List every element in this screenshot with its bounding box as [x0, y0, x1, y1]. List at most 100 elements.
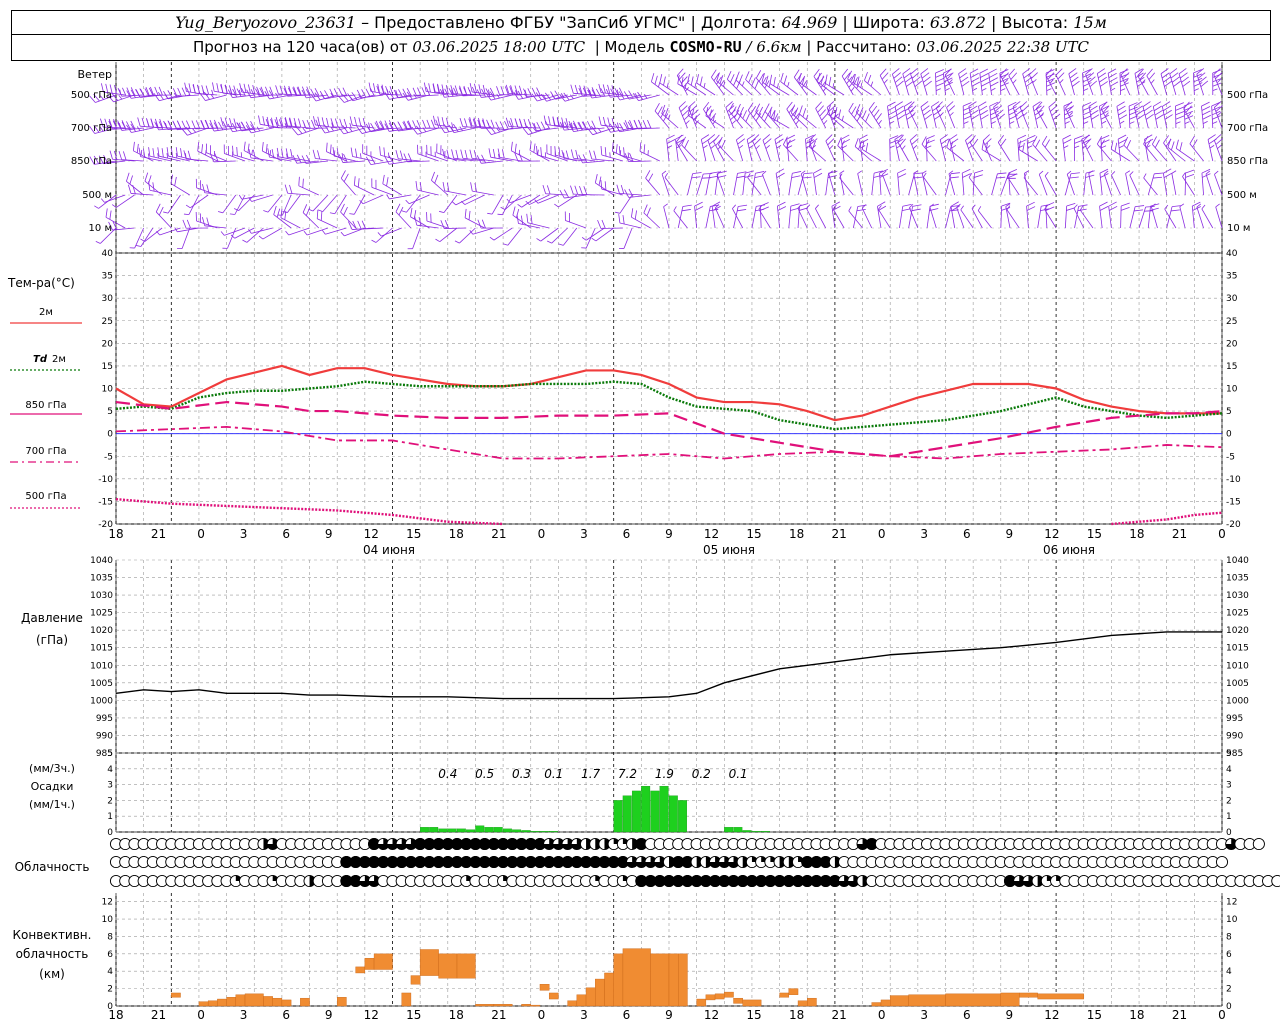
wind-barb: [487, 194, 504, 215]
time-tick-label: 12: [364, 1008, 379, 1022]
wind-barb-feather: [1109, 77, 1118, 83]
wind-barb-feather: [920, 101, 929, 108]
wind-barb-feather: [229, 213, 235, 215]
wind-barb: [968, 172, 983, 196]
wind-barb-staff: [1205, 173, 1214, 196]
wind-barb-staff: [857, 173, 863, 196]
wind-barb: [1144, 134, 1154, 162]
temp-y-tick: 0: [107, 430, 113, 440]
wind-barb-feather: [540, 121, 546, 130]
wind-barb-feather: [200, 120, 205, 129]
convective-bar: [668, 953, 679, 1007]
wind-barb: [1133, 101, 1145, 129]
wind-barb-feather: [598, 83, 602, 93]
wind-barb-feather: [684, 83, 687, 89]
convective-bar: [1037, 993, 1084, 1000]
wind-barb-staff: [687, 173, 694, 196]
wind-barb-feather: [302, 128, 307, 133]
wind-barb-staff: [1189, 143, 1204, 162]
wind-barb-staff: [921, 173, 928, 196]
wind-barb: [223, 144, 246, 162]
wind-barb-feather: [594, 174, 598, 183]
wind-barb-feather: [1117, 134, 1127, 140]
time-tick-label: 18: [1129, 1008, 1144, 1022]
wind-barb-feather: [1202, 121, 1208, 124]
wind-barb-feather: [478, 84, 482, 94]
pressure-y-tick: 1030: [1226, 591, 1249, 601]
time-tick-label: 15: [1087, 527, 1102, 541]
temp-y-tick: 40: [1226, 249, 1238, 259]
pressure-y-tick: 1020: [1226, 626, 1249, 636]
wind-barb-feather: [326, 117, 329, 127]
cloud-cover-circle: [1215, 855, 1229, 869]
wind-barb: [1111, 171, 1121, 196]
wind-barb: [1117, 134, 1127, 162]
time-tick-label: 12: [1044, 527, 1059, 541]
convective-bar: [705, 994, 716, 1001]
wind-barb-feather: [935, 77, 945, 83]
wind-barb-feather: [1175, 115, 1185, 120]
wind-barb-feather: [153, 93, 160, 101]
wind-barb-feather: [258, 115, 261, 125]
wind-barb-feather: [777, 206, 787, 211]
time-tick-label: 3: [240, 527, 248, 541]
wind-barb: [728, 102, 744, 129]
temp-y-tick: -10: [98, 475, 113, 485]
wind-barb-staff: [1119, 72, 1122, 96]
precip-total-label: 0.4: [438, 767, 457, 781]
wind-barb-feather: [892, 68, 900, 75]
wind-barb: [664, 172, 679, 196]
wind-barb: [961, 168, 971, 196]
wind-barb-feather: [473, 150, 477, 160]
time-tick-label: 6: [963, 527, 971, 541]
wind-barb: [799, 105, 817, 129]
wind-barb-feather: [711, 69, 717, 78]
conv-y-tick: 12: [1226, 898, 1237, 908]
wind-barb: [405, 194, 430, 205]
wind-barb-feather: [1063, 139, 1072, 144]
wind-barb-feather: [1175, 106, 1185, 111]
precip-bar: [650, 790, 660, 833]
time-tick-label: 9: [665, 527, 673, 541]
wind-barb-feather: [663, 203, 668, 207]
convective-bar: [1000, 992, 1020, 1007]
wind-barb-feather: [825, 74, 828, 84]
wind-barb: [663, 203, 670, 229]
wind-barb-feather: [204, 91, 210, 100]
wind-barb-feather: [751, 77, 756, 86]
wind-barb-feather: [329, 212, 335, 215]
wind-barb-feather: [1145, 114, 1154, 120]
wind-barb-staff: [1143, 177, 1158, 196]
wind-barb: [242, 227, 264, 243]
wind-barb-feather: [949, 134, 958, 140]
wind-barb-feather: [1045, 206, 1055, 211]
wind-barb-feather: [279, 85, 284, 95]
wind-barb-feather: [713, 134, 720, 143]
conv-y-tick: 10: [1226, 915, 1238, 925]
wind-barb-feather: [410, 207, 413, 217]
wind-barb-feather: [924, 80, 932, 87]
wind-barb-feather: [745, 170, 754, 174]
wind-barb: [645, 170, 661, 196]
wind-barb-feather: [1120, 88, 1126, 91]
wind-barb-feather: [813, 168, 822, 174]
wind-barb-feather: [935, 69, 944, 74]
wind-barb: [678, 101, 691, 129]
wind-barb-staff: [1082, 141, 1094, 162]
wind-barb-feather: [474, 83, 477, 93]
wind-barb-staff: [981, 149, 1002, 162]
wind-barb-feather: [1083, 88, 1089, 91]
wind-barb: [1196, 68, 1209, 96]
wind-barb-feather: [1180, 72, 1188, 79]
wind-barb-feather: [815, 101, 822, 109]
wind-barb-staff: [651, 81, 670, 96]
wind-barb-feather: [971, 77, 980, 83]
wind-barb-feather: [132, 141, 135, 151]
wind-barb-feather: [123, 151, 127, 161]
wind-barb-feather: [676, 68, 684, 76]
wind-barb-feather: [888, 110, 897, 116]
wind-barb-staff: [472, 227, 494, 235]
wind-barb-feather: [302, 204, 308, 213]
wind-barb-feather: [342, 87, 348, 96]
wind-barb-staff: [1111, 174, 1121, 196]
